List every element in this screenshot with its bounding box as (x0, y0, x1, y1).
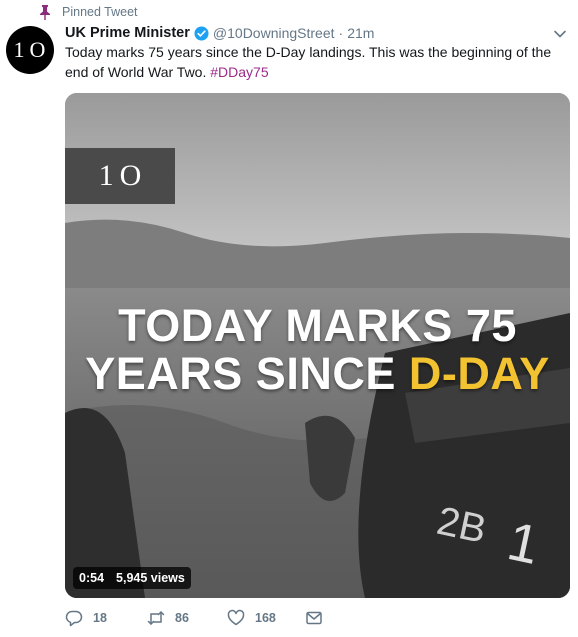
headline-highlight: D-DAY (408, 348, 550, 399)
headline-white-part: YEARS SINCE (85, 348, 409, 399)
retweet-icon (147, 611, 165, 625)
video-headline-line1: TODAY MARKS 75 (118, 300, 517, 351)
direct-message-button[interactable] (305, 609, 333, 627)
tweet-timestamp[interactable]: 21m (347, 25, 374, 41)
chevron-down-icon[interactable] (553, 27, 567, 41)
author-name[interactable]: UK Prime Minister (65, 25, 190, 41)
envelope-icon (306, 611, 322, 625)
pinned-label: Pinned Tweet (38, 3, 138, 21)
verified-badge-icon (194, 25, 209, 41)
video-player[interactable]: 2B 1 1O TODAY MARKS 75 YEARS SINCE D-DAY… (65, 93, 570, 598)
retweet-count: 86 (175, 611, 189, 625)
video-views: 5,945 views (116, 571, 185, 585)
hashtag-link[interactable]: #DDay75 (210, 64, 268, 80)
author-handle[interactable]: @10DowningStreet (213, 25, 335, 41)
video-stats-badge: 0:54 5,945 views (73, 567, 191, 589)
tweet-header: UK Prime Minister @10DowningStreet · 21m (65, 23, 374, 43)
tweet-body: Today marks 75 years since the D-Day lan… (65, 44, 552, 80)
reply-button[interactable]: 18 (65, 609, 107, 627)
brand-logo: 1O (65, 148, 175, 204)
avatar[interactable]: 1O (6, 26, 54, 74)
reply-count: 18 (93, 611, 107, 625)
heart-icon (227, 609, 245, 626)
video-duration: 0:54 (79, 571, 105, 585)
brand-mark: 1O (98, 159, 148, 192)
reply-icon (65, 610, 83, 627)
tweet-text: Today marks 75 years since the D-Day lan… (65, 43, 565, 82)
avatar-text: 1O (13, 37, 51, 62)
like-count: 168 (255, 611, 276, 625)
like-button[interactable]: 168 (227, 609, 276, 627)
separator-dot: · (338, 25, 344, 41)
retweet-button[interactable]: 86 (147, 609, 189, 627)
video-headline-line2: YEARS SINCE D-DAY (65, 350, 570, 398)
pin-icon (40, 5, 50, 20)
pinned-text: Pinned Tweet (62, 5, 138, 19)
